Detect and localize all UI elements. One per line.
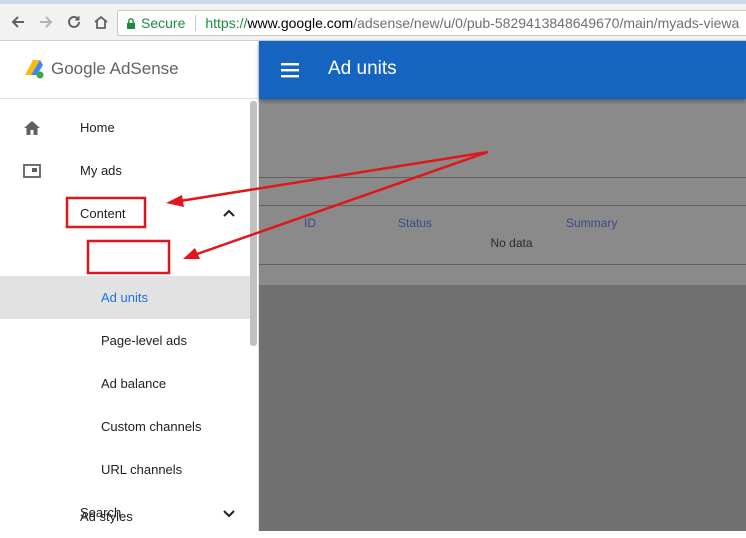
url-host: www.google.com [247,15,354,31]
sidebar-item-ad-balance[interactable]: Ad balance [0,362,250,405]
column-header-summary[interactable]: Summary [566,216,617,230]
sidebar-item-custom-channels[interactable]: Custom channels [0,405,250,448]
sidebar-item-label: URL channels [101,462,183,477]
sidebar-item-label: Custom channels [101,419,202,434]
sidebar-item-content[interactable]: Content [0,192,250,235]
sidebar-item-ad-units[interactable]: Ad units [0,276,250,319]
sidebar-item-url-channels[interactable]: URL channels [0,448,250,491]
url-path: /adsense/new/u/0/pub-5829413848649670/ma… [353,15,740,31]
sidebar-item-label: My ads [80,163,122,178]
address-bar[interactable]: Secure https://www.google.com/adsense/ne… [117,10,746,36]
secure-label: Secure [141,15,186,31]
adsense-logo-icon [25,60,44,79]
browser-toolbar: Secure https://www.google.com/adsense/ne… [0,4,746,41]
sidebar-item-label: Ad units [101,290,148,305]
sidebar-item-label: Content [80,206,126,221]
sidebar-divider [0,98,258,99]
security-indicator[interactable]: Secure [118,15,185,31]
table-rule-bottom [259,264,746,265]
sidebar-item-ad-styles[interactable]: Ad styles [0,495,250,538]
column-header-status[interactable]: Status [398,216,432,230]
menu-icon[interactable] [279,59,301,81]
sidebar-item-label: Home [80,120,115,135]
content-card [259,99,746,285]
column-header-id[interactable]: ID [304,216,316,230]
table-rule-top [259,177,746,178]
home-icon [24,121,40,135]
sidebar-scrollbar[interactable] [250,101,257,346]
reload-icon[interactable] [62,10,86,34]
page-title: Ad units [328,58,397,79]
sidebar-item-page-level-ads[interactable]: Page-level ads [0,319,250,362]
sidebar-item-my-ads[interactable]: My ads [0,149,250,192]
sidebar: Google AdSense Home My ads Content Ad un… [0,41,259,531]
sidebar-item-home[interactable]: Home [0,106,250,149]
chevron-up-icon [223,209,235,217]
sidebar-item-label: Ad styles [80,509,133,524]
omnibox-divider [195,15,197,31]
lock-icon [127,17,135,29]
url-scheme: https:// [205,15,248,31]
table-header: ID Status Summary [259,211,746,235]
adsense-logo[interactable]: Google AdSense [24,59,179,79]
logo-text: Google AdSense [51,59,179,78]
forward-arrow-icon[interactable] [34,10,58,34]
back-arrow-icon[interactable] [6,10,30,34]
ads-icon [23,164,41,178]
sidebar-item-label: Ad balance [101,376,167,391]
app-bar: Ad units [259,41,746,99]
table-rule-mid [259,205,746,206]
home-icon[interactable] [89,10,113,34]
empty-table-message: No data [490,236,533,250]
sidebar-item-label: Page-level ads [101,333,187,348]
